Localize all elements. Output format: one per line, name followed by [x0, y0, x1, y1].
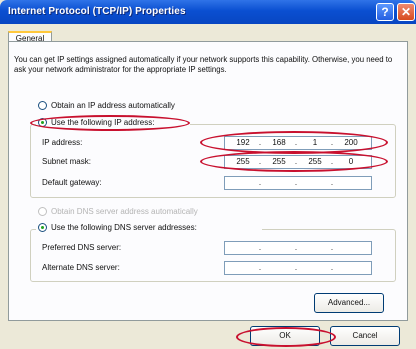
- subnet-mask-label: Subnet mask:: [42, 157, 91, 166]
- ip-octet-1: 192: [236, 138, 250, 147]
- ip-octet-2: 168: [272, 138, 286, 147]
- default-gateway-label: Default gateway:: [42, 178, 102, 187]
- ip-octet-3: 1: [312, 138, 318, 147]
- radio-use-following-ip[interactable]: Use the following IP address:: [36, 117, 190, 129]
- radio-button[interactable]: [38, 207, 47, 216]
- default-gateway-input[interactable]: . . .: [224, 176, 372, 190]
- octet-separator: .: [258, 157, 262, 166]
- octet-separator: .: [330, 157, 334, 166]
- ip-octet-4: 200: [344, 138, 358, 147]
- use-following-ip-label: Use the following IP address:: [51, 118, 155, 127]
- alternate-dns-label: Alternate DNS server:: [42, 263, 120, 272]
- close-icon: ✕: [400, 5, 412, 19]
- obtain-ip-auto-label: Obtain an IP address automatically: [51, 101, 175, 110]
- radio-button[interactable]: [38, 223, 47, 232]
- use-following-dns-label: Use the following DNS server addresses:: [51, 223, 197, 232]
- preferred-dns-label: Preferred DNS server:: [42, 243, 122, 252]
- radio-button[interactable]: [38, 101, 47, 110]
- radio-button[interactable]: [38, 118, 47, 127]
- tab-bar: General: [4, 24, 414, 45]
- title-bar[interactable]: Internet Protocol (TCP/IP) Properties ? …: [0, 0, 416, 24]
- octet-separator: .: [258, 138, 262, 147]
- octet-separator: .: [330, 138, 334, 147]
- alternate-dns-input[interactable]: . . .: [224, 261, 372, 275]
- help-icon: ?: [381, 5, 389, 19]
- tcpip-properties-dialog: Internet Protocol (TCP/IP) Properties ? …: [0, 0, 416, 349]
- octet-separator: .: [330, 178, 334, 187]
- mask-octet-1: 255: [236, 157, 250, 166]
- radio-use-following-dns[interactable]: Use the following DNS server addresses:: [36, 222, 262, 234]
- preferred-dns-input[interactable]: . . .: [224, 241, 372, 255]
- close-button[interactable]: ✕: [397, 3, 415, 21]
- octet-separator: .: [294, 263, 298, 272]
- octet-separator: .: [294, 243, 298, 252]
- advanced-button[interactable]: Advanced...: [314, 293, 384, 313]
- help-button[interactable]: ?: [376, 3, 394, 21]
- mask-octet-3: 255: [308, 157, 322, 166]
- window-title: Internet Protocol (TCP/IP) Properties: [8, 6, 186, 17]
- octet-separator: .: [258, 178, 262, 187]
- mask-octet-4: 0: [348, 157, 354, 166]
- octet-separator: .: [330, 243, 334, 252]
- ip-address-label: IP address:: [42, 138, 83, 147]
- intro-text: You can get IP settings assigned automat…: [14, 55, 393, 74]
- octet-separator: .: [258, 243, 262, 252]
- ip-address-input[interactable]: 192 . 168 . 1 . 200: [224, 136, 372, 150]
- octet-separator: .: [294, 178, 298, 187]
- mask-octet-2: 255: [272, 157, 286, 166]
- ok-button[interactable]: OK: [250, 326, 320, 346]
- cancel-button[interactable]: Cancel: [330, 326, 400, 346]
- subnet-mask-input[interactable]: 255 . 255 . 255 . 0: [224, 155, 372, 169]
- octet-separator: .: [258, 263, 262, 272]
- octet-separator: .: [330, 263, 334, 272]
- octet-separator: .: [294, 138, 298, 147]
- obtain-dns-auto-label: Obtain DNS server address automatically: [51, 207, 198, 216]
- octet-separator: .: [294, 157, 298, 166]
